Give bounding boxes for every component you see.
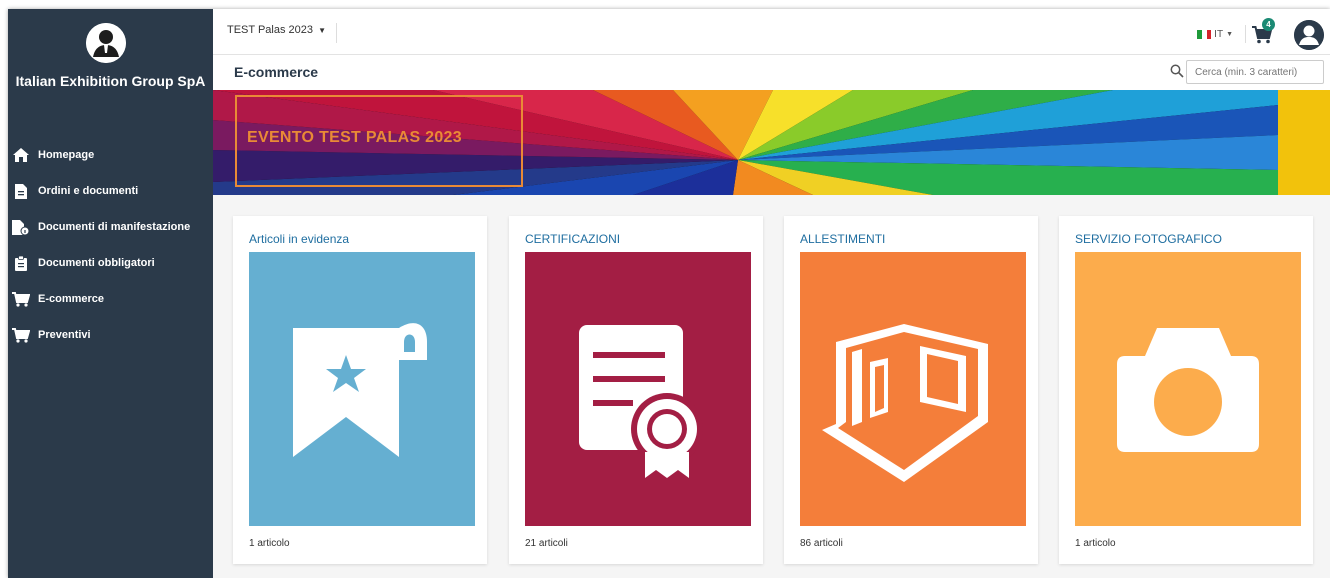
category-title: ALLESTIMENTI [800, 232, 886, 246]
page-header: E-commerce [213, 55, 1330, 90]
caret-down-icon: ▼ [318, 26, 326, 35]
banner-title: EVENTO TEST PALAS 2023 [247, 129, 462, 146]
camera-icon [1117, 328, 1259, 452]
certificate-icon [579, 325, 703, 478]
sidebar-item-preventivi[interactable]: Preventivi [8, 317, 213, 353]
bookmark-star-icon [293, 323, 427, 457]
cart-button[interactable]: 4 [1252, 18, 1278, 45]
org-name: Italian Exhibition Group SpA [15, 73, 206, 89]
category-card-certificazioni[interactable]: CERTIFICAZIONI 21 articoli [509, 216, 763, 564]
document-icon [10, 183, 32, 199]
category-card-articoli-in-evidenza[interactable]: Articoli in evidenza 1 articolo [233, 216, 487, 564]
category-card-servizio-fotografico[interactable]: SERVIZIO FOTOGRAFICO 1 articolo [1059, 216, 1313, 564]
caret-down-icon: ▼ [1226, 30, 1233, 38]
sidebar-item-label: Documenti di manifestazione [38, 221, 191, 233]
sidebar-item-label: Ordini e documenti [38, 185, 139, 197]
sidebar-item-ordini[interactable]: Ordini e documenti [8, 173, 213, 209]
language-selector[interactable]: IT ▼ [1197, 25, 1246, 43]
cart-icon [10, 291, 32, 307]
search-input[interactable] [1186, 60, 1324, 84]
category-image [249, 252, 475, 526]
category-count: 21 articoli [525, 538, 568, 549]
search-icon [1170, 64, 1184, 78]
category-image [800, 252, 1026, 526]
category-grid: Articoli in evidenza 1 articolo CERTIFIC… [213, 195, 1330, 578]
category-title: SERVIZIO FOTOGRAFICO [1075, 232, 1222, 246]
sidebar-item-label: Homepage [38, 149, 95, 161]
event-banner: EVENTO TEST PALAS 2023 [213, 90, 1330, 195]
home-icon [10, 147, 32, 163]
category-count: 86 articoli [800, 538, 843, 549]
category-count: 1 articolo [249, 538, 290, 549]
sidebar: Italian Exhibition Group SpA Homepage Or… [8, 9, 213, 578]
sidebar-item-label: Documenti obbligatori [38, 257, 155, 269]
category-card-allestimenti[interactable]: ALLESTIMENTI 86 articoli [784, 216, 1038, 564]
category-count: 1 articolo [1075, 538, 1116, 549]
stand-icon [822, 324, 988, 482]
page-title: E-commerce [234, 64, 319, 80]
sidebar-item-label: Preventivi [38, 329, 91, 341]
category-title: Articoli in evidenza [249, 232, 350, 246]
sidebar-item-documenti-manifestazione[interactable]: Documenti di manifestazione [8, 209, 213, 245]
event-selector[interactable]: TEST Palas 2023 ▼ [227, 23, 337, 43]
sidebar-item-documenti-obbligatori[interactable]: Documenti obbligatori [8, 245, 213, 281]
event-selector-label: TEST Palas 2023 [227, 24, 314, 36]
language-label: IT [1214, 28, 1224, 40]
sidebar-nav: Homepage Ordini e documenti Documenti di… [8, 137, 213, 353]
category-image [525, 252, 751, 526]
sidebar-item-ecommerce[interactable]: E-commerce [8, 281, 213, 317]
user-icon [1294, 20, 1324, 50]
org-logo [86, 23, 126, 63]
top-bar: TEST Palas 2023 ▼ IT ▼ 4 [213, 9, 1330, 55]
clipboard-icon [10, 255, 32, 271]
italy-flag-icon [1197, 29, 1212, 39]
cart-icon [10, 327, 32, 343]
document-info-icon [10, 219, 32, 235]
user-avatar-button[interactable] [1294, 20, 1324, 50]
sidebar-item-label: E-commerce [38, 293, 105, 305]
sidebar-item-homepage[interactable]: Homepage [8, 137, 213, 173]
category-image [1075, 252, 1301, 526]
app-window: Italian Exhibition Group SpA Homepage Or… [8, 9, 1330, 578]
category-title: CERTIFICAZIONI [525, 232, 621, 246]
cart-count-badge: 4 [1262, 18, 1275, 31]
